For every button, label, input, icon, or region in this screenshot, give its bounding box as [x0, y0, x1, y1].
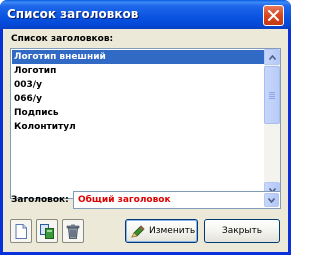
list-item[interactable]: Подпись	[12, 106, 264, 120]
copy-document-icon	[40, 224, 54, 239]
grip-line	[269, 92, 275, 93]
close-button-label: Закрыть	[221, 226, 263, 236]
window-title: Список заголовков	[7, 7, 139, 21]
dropdown-button[interactable]	[264, 193, 279, 207]
list-item[interactable]: Логотип внешний	[12, 50, 264, 64]
close-button[interactable]: Закрыть	[204, 219, 280, 243]
trash-can-icon	[66, 224, 80, 239]
scroll-thumb[interactable]	[264, 66, 280, 124]
chevron-down-icon	[268, 198, 275, 203]
dialog-window: Список заголовков Список заголовков: Лог…	[0, 0, 291, 255]
chevron-up-icon	[269, 55, 276, 60]
list-item[interactable]: 003/у	[12, 78, 264, 92]
heading-label: Заголовок:	[11, 195, 69, 205]
headings-listbox[interactable]: Логотип внешний Логотип 003/у 066/у Подпись К…	[10, 48, 281, 199]
list-item[interactable]: Колонтитул	[12, 120, 264, 134]
new-document-icon	[15, 224, 27, 239]
heading-combobox[interactable]: Общий заголовок	[73, 191, 281, 209]
change-button[interactable]: Изменить	[125, 219, 198, 243]
scroll-up-button[interactable]	[264, 49, 280, 65]
heading-value: Общий заголовок	[78, 195, 171, 205]
headings-list: Логотип внешний Логотип 003/у 066/у Подпись К…	[12, 50, 264, 134]
new-button[interactable]	[10, 219, 32, 243]
list-item[interactable]: Логотип	[12, 64, 264, 78]
vertical-scrollbar[interactable]	[264, 49, 280, 198]
copy-button[interactable]	[36, 219, 58, 243]
dialog-body: Список заголовков: Логотип внешний Логоти…	[3, 29, 288, 252]
delete-button[interactable]	[62, 219, 84, 243]
close-icon	[268, 10, 279, 21]
list-item[interactable]: 066/у	[12, 92, 264, 106]
change-button-label: Изменить	[149, 226, 196, 236]
grip-line	[269, 94, 275, 95]
grip-line	[269, 96, 275, 97]
title-bar[interactable]: Список заголовков	[0, 0, 291, 29]
pencil-icon	[131, 225, 145, 238]
close-window-button[interactable]	[263, 5, 284, 26]
list-label: Список заголовков:	[11, 34, 114, 44]
grip-line	[269, 98, 275, 99]
